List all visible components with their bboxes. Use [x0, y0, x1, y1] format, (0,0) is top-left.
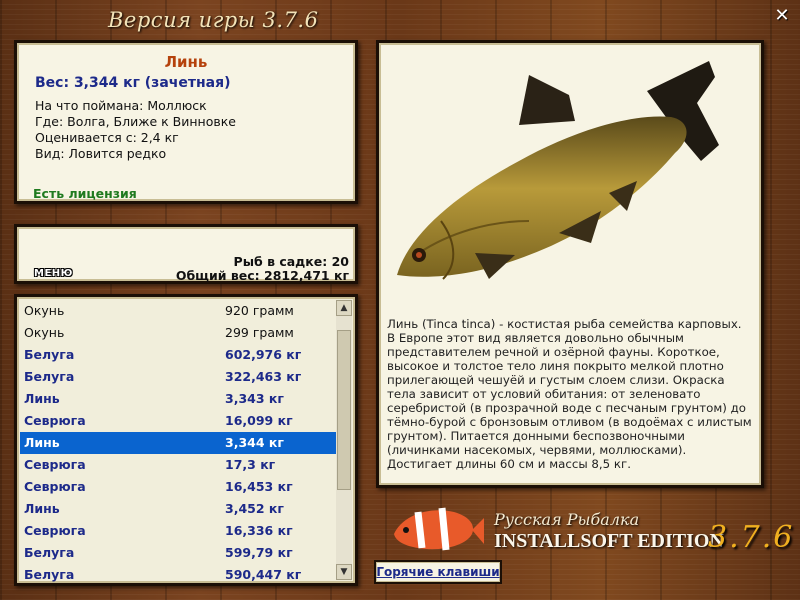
- list-item[interactable]: Белуга 602,976 кг: [20, 344, 340, 366]
- list-item-weight: 17,3 кг: [225, 457, 276, 472]
- clownfish-logo-icon: [394, 507, 484, 551]
- list-item-weight: 16,099 кг: [225, 413, 293, 428]
- fish-info-panel: Линь Вес: 3,344 кг (зачетная) На что пой…: [14, 40, 358, 204]
- title-bar: Версия игры 3.7.6 ✕: [0, 0, 800, 38]
- list-item-name: Белуга: [24, 369, 75, 384]
- list-item-name: Белуга: [24, 347, 75, 362]
- list-item[interactable]: Севрюга 17,3 кг: [20, 454, 340, 476]
- chevron-up-icon[interactable]: ▲: [336, 300, 352, 316]
- list-item-weight: 3,344 кг: [225, 435, 284, 450]
- list-item-name: Линь: [24, 435, 60, 450]
- list-item[interactable]: Севрюга 16,099 кг: [20, 410, 340, 432]
- list-item[interactable]: Белуга 590,447 кг: [20, 564, 340, 583]
- hotkeys-button[interactable]: Горячие клавиши: [374, 560, 502, 584]
- list-item-weight: 16,336 кг: [225, 523, 293, 538]
- list-item-weight: 16,453 кг: [225, 479, 293, 494]
- list-item[interactable]: Окунь 299 грамм: [20, 322, 340, 344]
- menu-button[interactable]: МЕНЮ: [34, 268, 73, 279]
- tench-fish-image: [397, 61, 719, 280]
- list-item-name: Севрюга: [24, 523, 86, 538]
- close-icon[interactable]: ✕: [772, 6, 792, 26]
- game-version-title: Версия игры 3.7.6: [108, 8, 319, 32]
- list-item-weight: 602,976 кг: [225, 347, 302, 362]
- chevron-down-icon[interactable]: ▼: [336, 564, 352, 580]
- list-item-weight: 3,452 кг: [225, 501, 284, 516]
- license-status: Есть лицензия: [33, 186, 137, 201]
- brand-version: 3.7.6: [708, 520, 795, 555]
- fish-weight: Вес: 3,344 кг (зачетная): [35, 75, 231, 91]
- fish-description: Линь (Tinca tinca) - костистая рыба семе…: [387, 317, 752, 471]
- list-item-weight: 920 грамм: [225, 303, 294, 318]
- list-item-weight: 322,463 кг: [225, 369, 302, 384]
- list-item-weight: 299 грамм: [225, 325, 294, 340]
- rating-line: Оценивается с: 2,4 кг: [35, 130, 179, 145]
- list-item-weight: 590,447 кг: [225, 567, 302, 582]
- list-item[interactable]: Белуга 322,463 кг: [20, 366, 340, 388]
- scroll-thumb[interactable]: [337, 330, 351, 490]
- list-item-name: Линь: [24, 501, 60, 516]
- list-item[interactable]: Белуга 599,79 кг: [20, 542, 340, 564]
- fish-details: На что поймана: Моллюск Где: Волга, Ближ…: [35, 98, 236, 162]
- location-line: Где: Волга, Ближе к Винновке: [35, 114, 236, 129]
- list-item-name: Белуга: [24, 545, 75, 560]
- bait-line: На что поймана: Моллюск: [35, 98, 207, 113]
- list-item[interactable]: Окунь 920 грамм: [20, 300, 340, 322]
- brand-edition: INSTALLSOFT EDITION: [494, 530, 724, 552]
- catch-list: Окунь 920 грамм Окунь 299 грамм Белуга 602,97…: [20, 300, 340, 583]
- cage-summary-panel: МЕНЮ Рыб в садке: 20 Общий вес: 2812,471…: [14, 224, 358, 284]
- cage-fish-count: Рыб в садке: 20: [233, 254, 349, 269]
- list-item-name: Севрюга: [24, 413, 86, 428]
- list-item[interactable]: Линь 3,452 кг: [20, 498, 340, 520]
- list-item-name: Севрюга: [24, 479, 86, 494]
- list-item[interactable]: Севрюга 16,453 кг: [20, 476, 340, 498]
- fish-name: Линь: [164, 53, 208, 71]
- catch-list-panel: Окунь 920 грамм Окунь 299 грамм Белуга 602,97…: [14, 294, 358, 586]
- list-item[interactable]: Севрюга 16,336 кг: [20, 520, 340, 542]
- list-item[interactable]: Линь 3,344 кг: [20, 432, 340, 454]
- list-item-name: Линь: [24, 391, 60, 406]
- list-item-name: Белуга: [24, 567, 75, 582]
- list-item-weight: 599,79 кг: [225, 545, 293, 560]
- list-item-name: Окунь: [24, 303, 65, 318]
- rarity-line: Вид: Ловится редко: [35, 146, 167, 161]
- list-item[interactable]: Линь 3,343 кг: [20, 388, 340, 410]
- brand-logo: Русская Рыбалка INSTALLSOFT EDITION 3.7.…: [384, 494, 794, 560]
- list-item-name: Севрюга: [24, 457, 86, 472]
- list-item-name: Окунь: [24, 325, 65, 340]
- fish-image-panel: Линь (Tinca tinca) - костистая рыба семе…: [376, 40, 764, 488]
- list-item-weight: 3,343 кг: [225, 391, 284, 406]
- brand-title: Русская Рыбалка: [494, 510, 640, 529]
- catch-list-scrollbar[interactable]: ▲ ▼: [336, 300, 352, 580]
- cage-total-weight: Общий вес: 2812,471 кг: [175, 268, 349, 283]
